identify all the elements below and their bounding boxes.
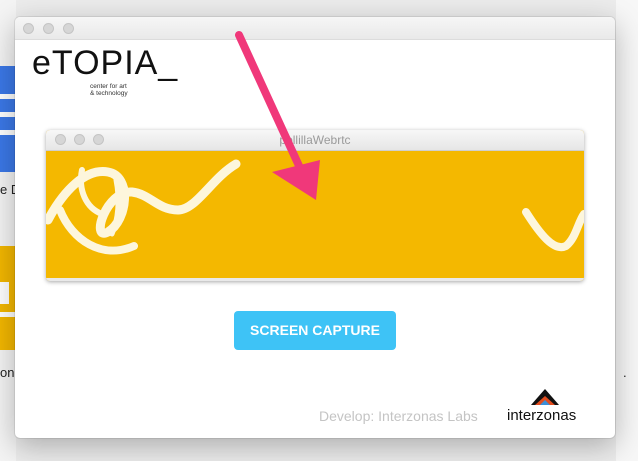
background-line: [0, 130, 15, 135]
close-button[interactable]: [23, 23, 34, 34]
background-amber-panel: [0, 246, 15, 350]
logo-brand: eTOPIA_: [32, 44, 179, 82]
background-window-right: [616, 0, 638, 461]
capture-preview-image: [46, 159, 584, 255]
background-line: [0, 94, 15, 99]
minimize-button[interactable]: [43, 23, 54, 34]
logo-tagline-line: center for art: [90, 83, 127, 90]
background-text: .: [623, 365, 627, 380]
logo-tagline: center for art & technology: [90, 83, 170, 97]
capture-window-title: pollillaWebrtc: [279, 133, 351, 147]
capture-preview-window[interactable]: pollillaWebrtc: [46, 130, 584, 281]
interzonas-brand: interzonas: [507, 407, 577, 424]
app-window: eTOPIA_ center for art & technology poll…: [15, 17, 615, 438]
background-blue-panel: [0, 66, 15, 172]
background-block: [0, 282, 9, 304]
screen-capture-button[interactable]: SCREEN CAPTURE: [234, 311, 396, 350]
window-titlebar[interactable]: [15, 17, 615, 40]
logo-tagline-line: & technology: [90, 90, 128, 97]
background-block: [0, 312, 15, 317]
capture-window-bottom: [46, 278, 584, 281]
zoom-button[interactable]: [63, 23, 74, 34]
background-line: [0, 112, 15, 117]
developer-credit: Develop: Interzonas Labs: [319, 408, 478, 424]
capture-window-titlebar[interactable]: pollillaWebrtc: [46, 130, 584, 151]
etopia-logo: eTOPIA_ center for art & technology: [32, 44, 179, 97]
